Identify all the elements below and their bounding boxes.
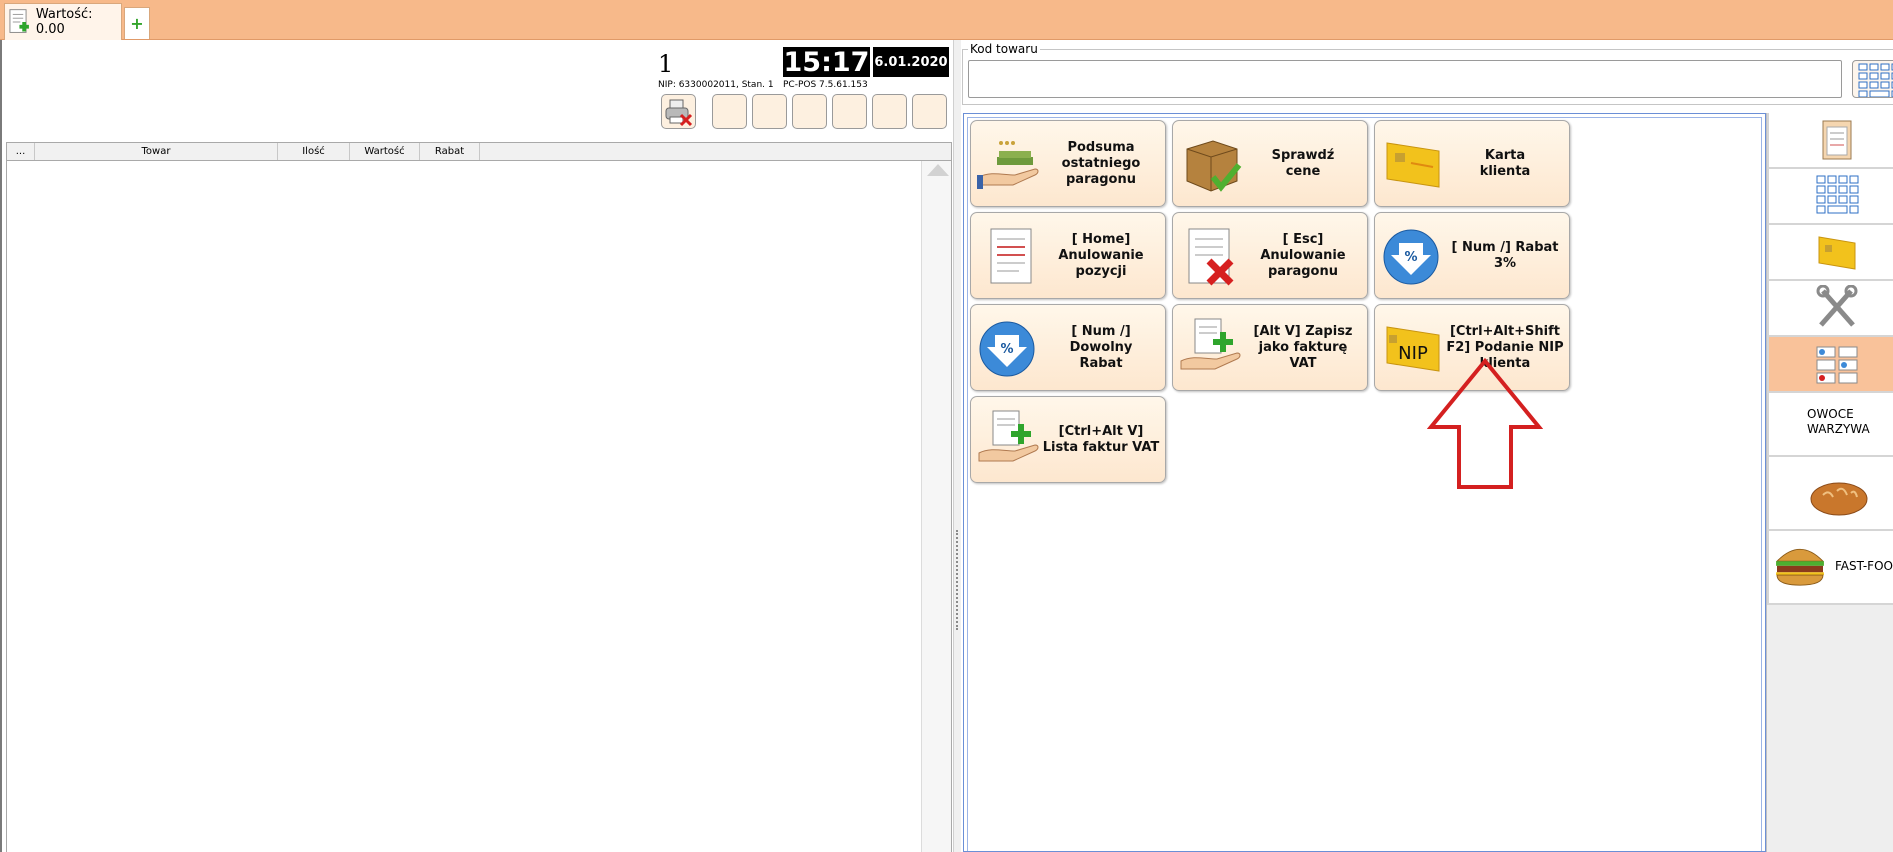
keypad-icon	[1858, 63, 1893, 97]
printer-cancel-button[interactable]	[661, 94, 696, 129]
panel-splitter[interactable]	[953, 40, 961, 852]
svg-text:%: %	[1404, 250, 1417, 265]
button-sprawdz-cene[interactable]: Sprawdź cene	[1172, 120, 1368, 207]
clock: 15:17	[783, 46, 870, 78]
category-column: OWOCE WARZYWA FAST-FOO	[1766, 113, 1893, 852]
shortcut-button-4[interactable]	[832, 94, 867, 129]
annotation-arrow-icon	[1427, 357, 1543, 489]
percent-discount-icon: %	[979, 321, 1035, 377]
button-zapisz-faktura-vat[interactable]: [Alt V] Zapisz jako fakturę VAT	[1172, 304, 1368, 391]
bread-icon	[1810, 482, 1868, 516]
button-karta-klienta[interactable]: Karta klienta	[1374, 120, 1570, 207]
box-check-icon	[1186, 140, 1242, 192]
shortcut-button-2[interactable]	[752, 94, 787, 129]
scroll-up-icon[interactable]	[927, 164, 949, 176]
button-anulowanie-pozycji[interactable]: [ Home] Anulowanie pozycji	[970, 212, 1166, 299]
nip-icon-text: NIP	[1398, 343, 1428, 364]
tab-receipt[interactable]: Wartość: 0.00	[4, 3, 122, 40]
button-label: Sprawdź cene	[1271, 147, 1335, 179]
printer-cancel-icon	[665, 99, 693, 127]
category-label: OWOCE WARZYWA	[1807, 407, 1870, 436]
keypad-icon	[1816, 175, 1859, 214]
document-cancel-icon	[1188, 228, 1234, 286]
invoice-add-icon	[1180, 318, 1241, 370]
category-keypad[interactable]	[1767, 169, 1893, 225]
column-header-towar[interactable]: Towar	[35, 143, 278, 160]
splitter-grip[interactable]	[956, 530, 959, 630]
version-label: PC-POS 7.5.61.153	[783, 80, 868, 90]
column-header-rabat[interactable]: Rabat	[420, 143, 480, 160]
button-label: [Alt V] Zapisz jako fakturę VAT	[1253, 323, 1353, 371]
nip-station-info: NIP: 6330002011, Stan. 1	[658, 80, 774, 90]
button-label: [ Num /] Rabat 3%	[1451, 239, 1559, 271]
button-label: [ Home] Anulowanie pozycji	[1058, 231, 1144, 279]
invoice-list-icon	[978, 410, 1039, 462]
items-grid[interactable]	[6, 161, 952, 852]
category-fast-food[interactable]: FAST-FOO	[1767, 531, 1893, 605]
percent-discount-icon: %	[1383, 229, 1439, 285]
client-card-icon	[1818, 236, 1856, 270]
receipt-hand-icon	[977, 141, 1039, 189]
button-dowolny-rabat[interactable]: % [ Num /] Dowolny Rabat	[970, 304, 1166, 391]
product-code-input[interactable]	[968, 60, 1842, 98]
burger-icon	[1775, 548, 1825, 586]
items-grid-header: ... Towar Ilość Wartość Rabat	[6, 142, 952, 161]
client-card-icon	[1386, 142, 1440, 188]
category-function-buttons[interactable]	[1767, 337, 1893, 393]
button-label: [ Num /] Dowolny Rabat	[1069, 323, 1133, 371]
button-anulowanie-paragonu[interactable]: [ Esc] Anulowanie paragonu	[1172, 212, 1368, 299]
tab-bar: Wartość: 0.00 +	[0, 0, 1893, 40]
category-tools[interactable]	[1767, 281, 1893, 337]
add-tab-button[interactable]: +	[124, 7, 150, 39]
svg-text:%: %	[1000, 342, 1013, 357]
left-border	[0, 40, 2, 852]
shortcut-button-6[interactable]	[912, 94, 947, 129]
category-label: FAST-FOO	[1835, 559, 1893, 573]
shortcut-button-3[interactable]	[792, 94, 827, 129]
category-bread[interactable]	[1767, 457, 1893, 531]
button-label: [Ctrl+Alt V] Lista faktur VAT	[1042, 423, 1160, 455]
category-clipboard[interactable]	[1767, 113, 1893, 169]
clipboard-icon	[1822, 120, 1852, 160]
column-header-ilosc[interactable]: Ilość	[278, 143, 350, 160]
column-header-menu[interactable]: ...	[7, 143, 35, 160]
date-display: 6.01.2020	[873, 47, 949, 77]
document-lines-icon	[990, 228, 1032, 284]
product-code-label: Kod towaru	[968, 42, 1040, 56]
receipt-number: 1	[658, 50, 674, 78]
button-label: Podsuma ostatniego paragonu	[1061, 139, 1141, 187]
category-client-card[interactable]	[1767, 225, 1893, 281]
tools-icon	[1816, 285, 1858, 327]
column-header-wartosc[interactable]: Wartość	[350, 143, 420, 160]
keypad-button[interactable]	[1852, 60, 1893, 98]
category-owoce-warzywa[interactable]: OWOCE WARZYWA	[1767, 393, 1893, 457]
tab-title: Wartość: 0.00	[35, 7, 93, 37]
shortcut-button-5[interactable]	[872, 94, 907, 129]
button-rabat-3[interactable]: % [ Num /] Rabat 3%	[1374, 212, 1570, 299]
document-add-icon	[9, 9, 29, 33]
function-buttons-icon	[1816, 346, 1858, 384]
button-podsuma-paragonu[interactable]: Podsuma ostatniego paragonu	[970, 120, 1166, 207]
button-label: [ Esc] Anulowanie paragonu	[1260, 231, 1346, 279]
button-lista-faktur-vat[interactable]: [Ctrl+Alt V] Lista faktur VAT	[970, 396, 1166, 483]
shortcut-button-1[interactable]	[712, 94, 747, 129]
button-label: Karta klienta	[1479, 147, 1531, 179]
grid-scrollbar[interactable]	[921, 161, 951, 852]
